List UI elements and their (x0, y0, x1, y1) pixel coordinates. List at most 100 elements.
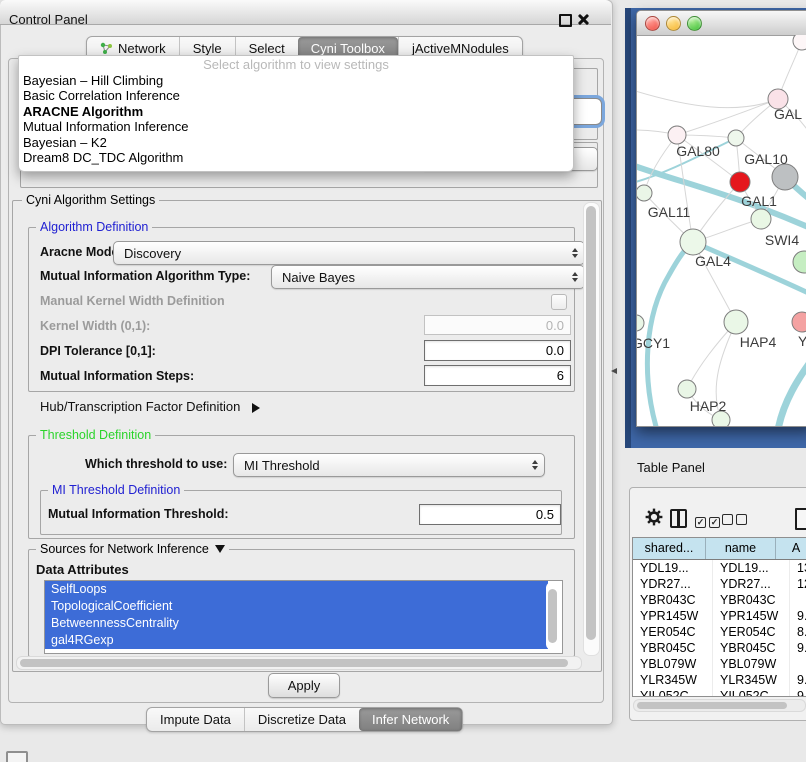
attributes-scrollbar-thumb[interactable] (548, 589, 557, 643)
table-cell: YBL079W (713, 656, 790, 672)
tab-label: Discretize Data (258, 712, 346, 727)
table-row[interactable]: YDR27...YDR27...12 (633, 576, 806, 592)
settings-vscrollbar-thumb[interactable] (586, 206, 596, 640)
table-cell: YDR27... (633, 576, 713, 592)
network-node[interactable] (728, 130, 744, 146)
network-edge[interactable] (693, 242, 806, 297)
network-icon (100, 42, 113, 55)
algorithm-option-basic-correlation-inference[interactable]: Basic Correlation Inference (19, 88, 573, 103)
table-row[interactable]: YER054CYER054C8. (633, 624, 806, 640)
attributes-scrollbar[interactable] (546, 582, 559, 650)
settings-vscrollbar[interactable] (583, 202, 600, 656)
network-node[interactable] (793, 35, 806, 50)
attribute-item-selfloops[interactable]: SelfLoops (45, 581, 548, 598)
apply-button[interactable]: Apply (268, 673, 340, 698)
algorithm-option-bayesian-k2[interactable]: Bayesian – K2 (19, 135, 573, 150)
table-row[interactable]: YBR045CYBR045C9. (633, 640, 806, 656)
table-row[interactable]: YBL079WYBL079W (633, 656, 806, 672)
table-cell: 9. (790, 672, 806, 688)
aracne-mode-value: Discovery (124, 246, 181, 261)
close-icon[interactable] (577, 13, 590, 26)
table-cell: YBL079W (633, 656, 713, 672)
which-threshold-combobox[interactable]: MI Threshold (233, 453, 545, 477)
tab-label: Impute Data (160, 712, 231, 727)
mi-threshold-field[interactable] (419, 504, 561, 525)
algorithm-option-bayesian-hill-climbing[interactable]: Bayesian – Hill Climbing (19, 73, 573, 88)
node-label: HAP4 (740, 334, 777, 350)
collapse-triangle-icon[interactable] (215, 545, 225, 553)
network-edge[interactable] (637, 90, 778, 108)
column-header-a[interactable]: A (776, 538, 806, 559)
columns-icon[interactable] (670, 509, 687, 528)
table-cell: 9. (790, 688, 806, 697)
table-cell: YDR27... (713, 576, 790, 592)
network-node[interactable] (730, 172, 750, 192)
network-window-titlebar[interactable] (637, 11, 806, 36)
node-label: GAL4 (695, 253, 731, 269)
network-node[interactable] (637, 315, 644, 331)
attribute-item-gal4rgexp[interactable]: gal4RGexp (45, 632, 548, 649)
network-node[interactable] (793, 251, 806, 273)
dpi-tolerance-field[interactable] (424, 340, 571, 361)
table-cell: YBR043C (713, 592, 790, 608)
network-node[interactable] (678, 380, 696, 398)
which-threshold-label: Which threshold to use: (85, 457, 227, 471)
kernel-width-field[interactable] (424, 315, 571, 335)
table-cell: YPR145W (713, 608, 790, 624)
float-window-icon[interactable] (559, 14, 572, 27)
table-row[interactable]: YBR043CYBR043C (633, 592, 806, 608)
table-row[interactable]: YIL052CYIL052C9. (633, 688, 806, 697)
network-window[interactable]: GALGAL80GAL10GAL11GAL1SWI4GAL4GCY1HAP4YH… (636, 10, 806, 427)
settings-hscrollbar-thumb[interactable] (20, 659, 568, 667)
table-hscrollbar[interactable] (633, 699, 806, 712)
node-attribute-table: shared...nameA YDL19...YDL19...13YDR27..… (632, 537, 806, 697)
table-row[interactable]: YDL19...YDL19...13 (633, 560, 806, 576)
algorithm-option-mutual-information-inference[interactable]: Mutual Information Inference (19, 119, 573, 134)
file-icon[interactable] (795, 508, 806, 530)
algorithm-option-aracne-algorithm[interactable]: ARACNE Algorithm (19, 104, 573, 119)
hub-definition-expander[interactable]: Hub/Transcription Factor Definition (40, 399, 260, 414)
panel-title: Control Panel (9, 12, 88, 27)
mi-type-combobox[interactable]: Naive Bayes (271, 265, 585, 289)
network-edge[interactable] (644, 135, 677, 193)
minimized-panel-icon[interactable] (6, 751, 28, 762)
table-hscrollbar-thumb[interactable] (637, 702, 787, 709)
control-panel-titlebar[interactable] (0, 0, 611, 25)
network-edge[interactable] (778, 353, 806, 426)
gear-icon[interactable] (645, 508, 663, 526)
tab-infer-network[interactable]: Infer Network (359, 708, 462, 731)
network-canvas[interactable]: GALGAL80GAL10GAL11GAL1SWI4GAL4GCY1HAP4YH… (637, 35, 806, 426)
network-node[interactable] (680, 229, 706, 255)
network-node[interactable] (772, 164, 798, 190)
manual-kernel-checkbox[interactable] (551, 294, 567, 310)
column-header-shared[interactable]: shared... (633, 538, 706, 559)
network-node[interactable] (724, 310, 748, 334)
algorithm-dropdown-popup: Select algorithm to view settings Bayesi… (18, 55, 574, 172)
zoom-traffic-light-icon[interactable] (687, 16, 702, 31)
node-label: GAL80 (676, 143, 720, 159)
table-cell (790, 592, 806, 608)
deselect-all-icon[interactable] (722, 512, 747, 530)
mi-steps-field[interactable] (424, 365, 571, 386)
table-cell: YLR345W (713, 672, 790, 688)
settings-hscrollbar[interactable] (16, 656, 582, 670)
table-row[interactable]: YPR145WYPR145W9. (633, 608, 806, 624)
kernel-width-label: Kernel Width (0,1): (40, 319, 150, 333)
network-node[interactable] (637, 185, 652, 201)
algorithm-option-dream8-dc-tdc-algorithm[interactable]: Dream8 DC_TDC Algorithm (19, 150, 573, 165)
attribute-item-betweennesscentrality[interactable]: BetweennessCentrality (45, 615, 548, 632)
network-node[interactable] (751, 209, 771, 229)
unchecked-box-icon (736, 514, 747, 525)
column-header-name[interactable]: name (706, 538, 776, 559)
minimize-traffic-light-icon[interactable] (666, 16, 681, 31)
tab-discretize-data[interactable]: Discretize Data (244, 708, 359, 731)
close-traffic-light-icon[interactable] (645, 16, 660, 31)
select-all-icon[interactable]: ✓✓ (695, 512, 720, 530)
table-row[interactable]: YLR345WYLR345W9. (633, 672, 806, 688)
threshold-definition-title: Threshold Definition (40, 428, 151, 442)
tab-impute-data[interactable]: Impute Data (147, 708, 244, 731)
network-node[interactable] (792, 312, 806, 332)
aracne-mode-combobox[interactable]: Discovery (113, 241, 585, 265)
attribute-item-topologicalcoefficient[interactable]: TopologicalCoefficient (45, 598, 548, 615)
network-node[interactable] (668, 126, 686, 144)
